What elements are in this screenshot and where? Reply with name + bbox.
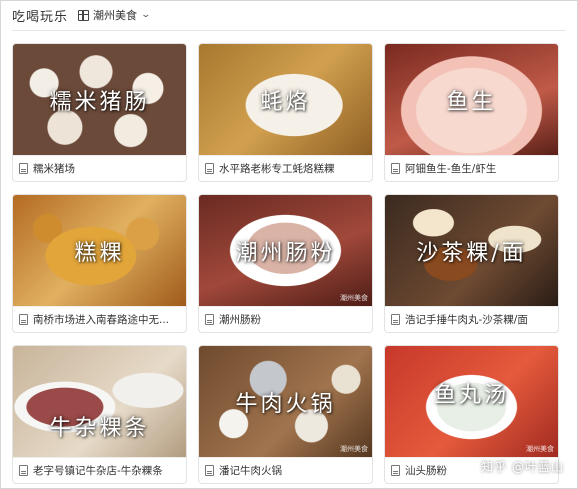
- card-caption: 浩记手捶牛肉丸-沙茶粿/面: [405, 314, 528, 326]
- food-image: 蚝烙: [199, 44, 372, 155]
- card-caption: 潮州肠粉: [219, 314, 261, 326]
- card-caption: 潘记牛肉火锅: [219, 465, 282, 477]
- image-overlay-text: 鱼生: [446, 89, 497, 115]
- image-watermark: 潮州美食: [340, 294, 368, 302]
- food-image: 牛肉火锅 潮州美食: [199, 346, 372, 457]
- food-image: 鱼丸汤 潮州美食: [385, 346, 558, 457]
- category-selector[interactable]: 潮州美食 ⌄: [78, 7, 152, 23]
- document-icon: [19, 465, 28, 476]
- source-watermark: 知乎 @叶蓝山: [481, 460, 564, 474]
- food-image: 鱼生: [385, 44, 558, 155]
- image-overlay-text: 糕粿: [74, 240, 125, 266]
- document-icon: [205, 465, 214, 476]
- page-title: 吃喝玩乐: [12, 9, 69, 25]
- document-icon: [391, 314, 400, 325]
- food-card[interactable]: 糕粿 南桥市场进入南春路途中无...: [12, 194, 187, 333]
- image-overlay-text: 潮州肠粉: [235, 240, 336, 266]
- food-image: 牛杂粿条: [13, 346, 186, 457]
- grid-icon: [78, 9, 90, 21]
- image-watermark: 潮州美食: [526, 445, 554, 453]
- food-image: 沙茶粿/面: [385, 195, 558, 306]
- card-caption: 糯米猪场: [33, 163, 75, 175]
- food-image: 糯米猪肠: [13, 44, 186, 155]
- image-overlay-text: 蚝烙: [260, 89, 311, 115]
- image-overlay-text: 牛杂粿条: [49, 415, 150, 441]
- page-header: 吃喝玩乐 潮州美食 ⌄: [12, 4, 152, 26]
- document-icon: [391, 163, 400, 174]
- food-card[interactable]: 糯米猪肠 糯米猪场: [12, 43, 187, 182]
- food-card[interactable]: 蚝烙 水平路老彬专工蚝烙糕粿: [198, 43, 373, 182]
- chevron-down-icon: ⌄: [140, 10, 152, 20]
- food-image: 潮州肠粉 潮州美食: [199, 195, 372, 306]
- image-overlay-text: 沙茶粿/面: [416, 240, 527, 266]
- image-watermark: 潮州美食: [340, 445, 368, 453]
- document-icon: [19, 163, 28, 174]
- image-overlay-text: 鱼丸汤: [433, 382, 509, 408]
- card-caption: 水平路老彬专工蚝烙糕粿: [219, 163, 335, 175]
- header-divider: [12, 30, 566, 31]
- document-icon: [391, 465, 400, 476]
- food-grid: 糯米猪肠 糯米猪场 蚝烙 水平路老彬专工蚝烙糕粿 鱼生 阿钿鱼生-鱼生/虾生 糕…: [12, 43, 559, 484]
- card-caption: 阿钿鱼生-鱼生/虾生: [405, 163, 497, 175]
- document-icon: [205, 163, 214, 174]
- image-overlay-text: 牛肉火锅: [235, 391, 336, 417]
- card-caption: 汕头肠粉: [405, 465, 447, 477]
- food-card[interactable]: 沙茶粿/面 浩记手捶牛肉丸-沙茶粿/面: [384, 194, 559, 333]
- document-icon: [205, 314, 214, 325]
- image-overlay-text: 糯米猪肠: [49, 89, 150, 115]
- category-label: 潮州美食: [93, 9, 138, 22]
- food-card[interactable]: 潮州肠粉 潮州美食 潮州肠粉: [198, 194, 373, 333]
- document-icon: [19, 314, 28, 325]
- food-card[interactable]: 牛杂粿条 老字号镇记牛杂店-牛杂粿条: [12, 345, 187, 484]
- food-card[interactable]: 牛肉火锅 潮州美食 潘记牛肉火锅: [198, 345, 373, 484]
- card-caption: 南桥市场进入南春路途中无...: [33, 314, 170, 326]
- food-image: 糕粿: [13, 195, 186, 306]
- card-caption: 老字号镇记牛杂店-牛杂粿条: [33, 465, 163, 477]
- food-card[interactable]: 鱼生 阿钿鱼生-鱼生/虾生: [384, 43, 559, 182]
